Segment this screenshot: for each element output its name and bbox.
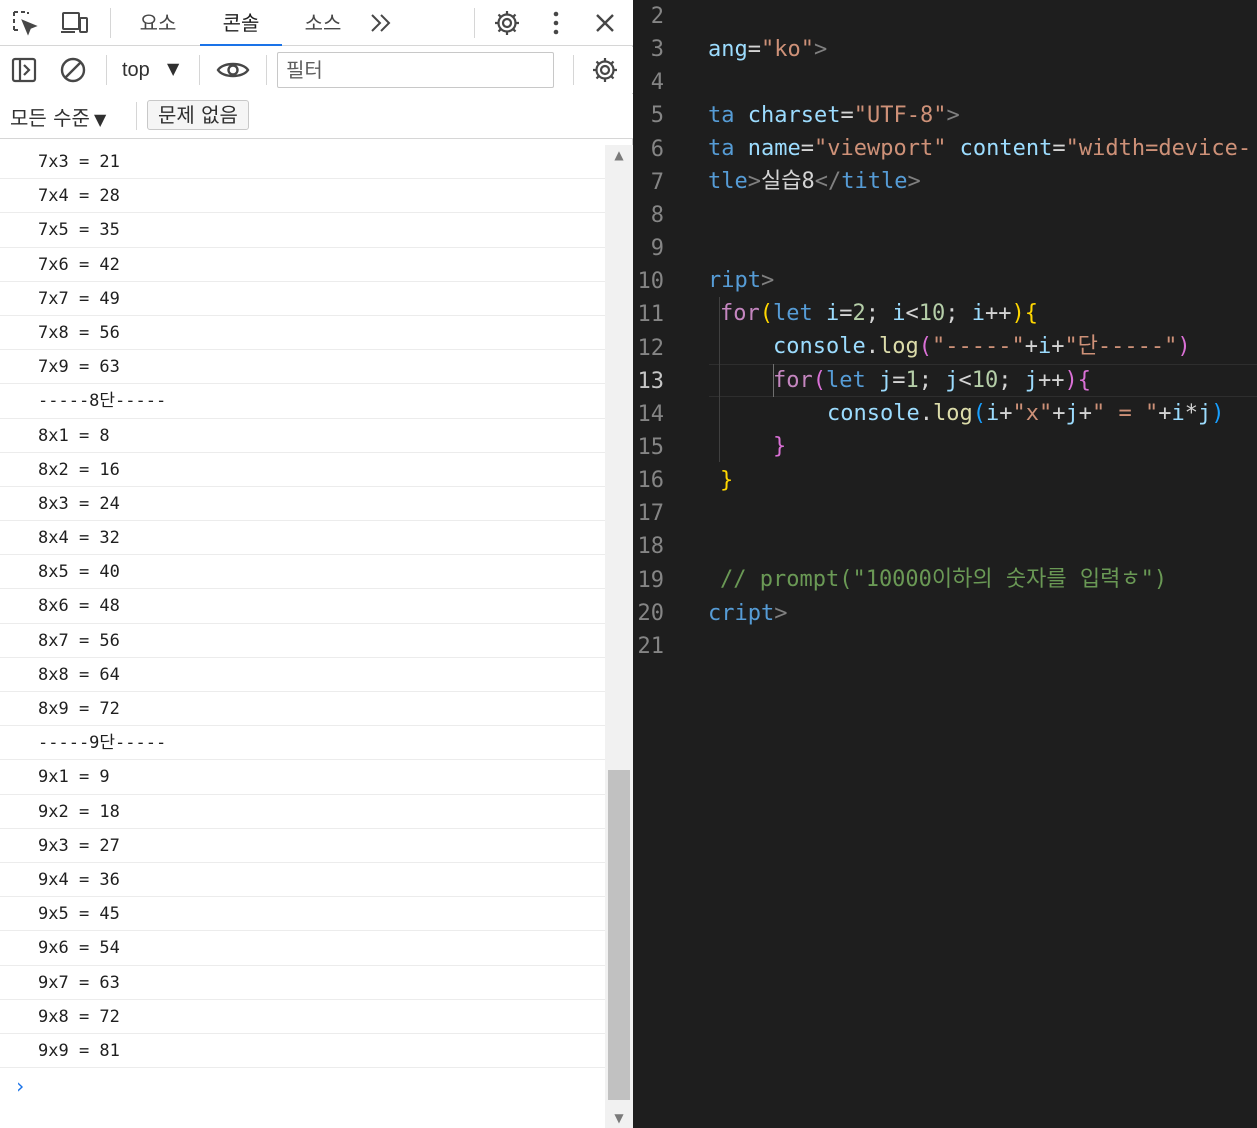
chevron-down-icon[interactable]: ▼ xyxy=(167,59,179,78)
line-number-row: 21 xyxy=(634,630,1257,663)
issues-button[interactable]: 문제 없음 xyxy=(147,100,249,130)
code-line-14: } xyxy=(773,434,787,459)
console-log-line: 7x4 = 28 xyxy=(0,179,605,214)
console-toolbar: top ▼ xyxy=(0,47,633,93)
console-log-line: 7x9 = 63 xyxy=(0,350,605,385)
code-line-13: console.log(i+"x"+j+" = "+i*j) xyxy=(827,401,1225,426)
chevron-down-icon: ▼ xyxy=(93,110,107,129)
console-output: 7x3 = 21 7x4 = 28 7x5 = 35 7x6 = 42 7x7 = 49… xyxy=(0,145,605,1128)
console-log-line: 9x1 = 9 xyxy=(0,760,605,795)
divider xyxy=(199,55,200,85)
divider xyxy=(266,55,267,85)
devtools-panel: 요소 콘솔 소스 top ▼ 필터 모든 수준 ▼ 문제 없음 7x3 = 21… xyxy=(0,0,633,1128)
console-log-line: 7x7 = 49 xyxy=(0,282,605,316)
console-log-line: 7x5 = 35 xyxy=(0,213,605,248)
console-log-line: 7x3 = 21 xyxy=(0,145,605,180)
code-line-10: for(let i=2; i<10; i++){ xyxy=(720,301,1038,326)
console-log-line: 8x9 = 72 xyxy=(0,692,605,727)
tab-sources[interactable]: 소스 xyxy=(293,0,353,46)
code-editor[interactable]: 2 3 4 5 6 7 8 9 10 11 12 13 14 15 16 17 18 19 20 21 ang="ko… xyxy=(634,0,1257,1128)
console-log-line: 9x3 = 27 xyxy=(0,829,605,863)
device-toolbar-icon[interactable] xyxy=(59,8,89,38)
console-log-line: 9x8 = 72 xyxy=(0,1000,605,1034)
console-log-line: -----9단----- xyxy=(0,726,605,761)
log-level-label: 모든 수준 xyxy=(10,106,90,130)
tab-console[interactable]: 콘솔 xyxy=(200,0,282,46)
console-log-line: 8x6 = 48 xyxy=(0,589,605,624)
console-log-line: 7x8 = 56 xyxy=(0,316,605,351)
divider xyxy=(136,102,137,130)
console-settings-gear-icon[interactable] xyxy=(590,55,620,85)
console-log-line: 9x5 = 45 xyxy=(0,897,605,932)
divider xyxy=(474,8,475,38)
live-expression-eye-icon[interactable] xyxy=(216,55,250,85)
log-level-bar: 모든 수준 ▼ 문제 없음 xyxy=(0,94,633,139)
code-line-6: tle>실습8</title> xyxy=(708,169,921,194)
more-options-icon[interactable] xyxy=(541,8,571,38)
inspect-element-icon[interactable] xyxy=(10,8,40,38)
line-number-row: 17 xyxy=(634,497,1257,530)
code-line-4: ta charset="UTF-8"> xyxy=(708,103,960,128)
console-log-line: 9x9 = 81 xyxy=(0,1034,605,1069)
divider xyxy=(106,55,107,85)
clear-console-icon[interactable] xyxy=(58,55,88,85)
settings-gear-icon[interactable] xyxy=(492,8,522,38)
console-log-line: 9x2 = 18 xyxy=(0,795,605,829)
sidebar-toggle-icon[interactable] xyxy=(9,55,39,85)
close-icon[interactable] xyxy=(590,8,620,38)
scroll-down-arrow-icon[interactable]: ▼ xyxy=(605,1108,633,1128)
console-log-line: 9x7 = 63 xyxy=(0,966,605,1000)
scroll-up-arrow-icon[interactable]: ▲ xyxy=(605,145,633,165)
console-log-line: 8x5 = 40 xyxy=(0,555,605,590)
more-tabs-icon[interactable] xyxy=(366,8,396,38)
divider xyxy=(573,55,574,85)
code-line-9: ript> xyxy=(708,268,775,293)
console-log-line: 8x3 = 24 xyxy=(0,487,605,522)
console-log-line: 9x4 = 36 xyxy=(0,863,605,898)
console-log-line: 8x8 = 64 xyxy=(0,658,605,692)
code-line-2: ang="ko"> xyxy=(708,37,828,62)
devtools-tab-bar: 요소 콘솔 소스 xyxy=(0,0,633,46)
tab-elements[interactable]: 요소 xyxy=(128,0,188,46)
code-line-19: cript> xyxy=(708,601,788,626)
console-scrollbar[interactable]: ▲ ▼ xyxy=(605,145,633,1128)
console-prompt[interactable]: › xyxy=(0,1068,605,1104)
filter-input[interactable] xyxy=(277,52,554,88)
log-level-dropdown[interactable]: 모든 수준 ▼ xyxy=(10,102,106,131)
console-log-line: 8x7 = 56 xyxy=(0,624,605,658)
code-line-18: // prompt("10000이하의 숫자를 입력ㅎ") xyxy=(720,567,1168,592)
console-log-line: 9x6 = 54 xyxy=(0,931,605,966)
code-line-15: } xyxy=(720,468,734,493)
console-log-line: -----8단----- xyxy=(0,384,605,419)
console-log-line: 8x4 = 32 xyxy=(0,521,605,556)
console-log-line: 7x6 = 42 xyxy=(0,248,605,282)
console-log-list: 7x3 = 21 7x4 = 28 7x5 = 35 7x6 = 42 7x7 = 49… xyxy=(0,145,605,1069)
code-line-11: console.log("-----"+i+"단-----") xyxy=(773,334,1191,359)
line-number-row: 8 xyxy=(634,199,1257,232)
scrollbar-thumb[interactable] xyxy=(608,770,630,1100)
console-log-line: 8x1 = 8 xyxy=(0,419,605,453)
code-line-12: for(let j=1; j<10; j++){ xyxy=(773,368,1091,393)
context-selector[interactable]: top xyxy=(122,55,150,85)
divider xyxy=(110,8,111,38)
prompt-chevron-icon: › xyxy=(14,1074,27,1099)
code-line-5: ta name="viewport" content="width=device… xyxy=(708,136,1252,161)
console-log-line: 8x2 = 16 xyxy=(0,453,605,487)
